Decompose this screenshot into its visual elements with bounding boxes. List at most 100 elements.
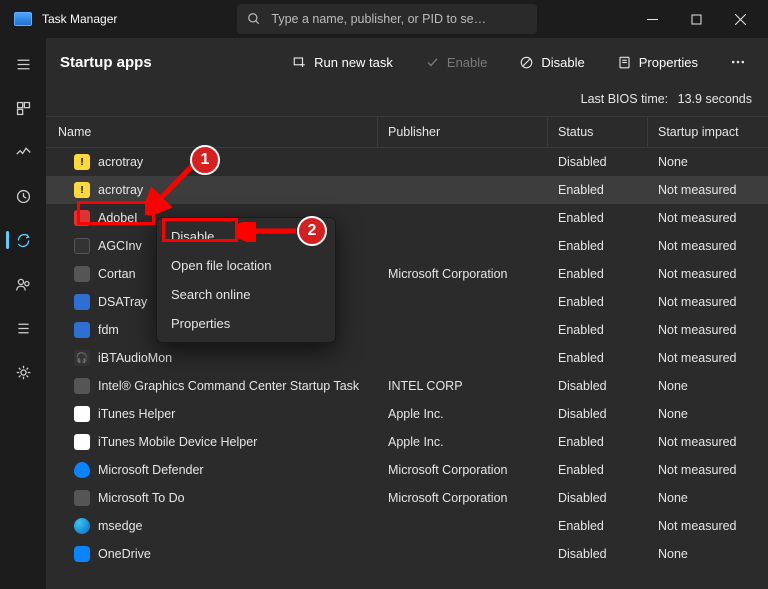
minimize-button[interactable] [630, 4, 674, 34]
page-title: Startup apps [60, 54, 152, 71]
cell-status: Disabled [548, 491, 648, 505]
table-row[interactable]: CortanMicrosoft CorporationEnabledNot me… [46, 260, 768, 288]
nav-services[interactable] [3, 352, 43, 392]
app-icon [74, 518, 90, 534]
ctx-properties[interactable]: Properties [161, 309, 331, 338]
cell-impact: Not measured [648, 351, 768, 365]
toolbar: Startup apps Run new task Enable Disable… [46, 38, 768, 86]
ctx-search-online[interactable]: Search online [161, 280, 331, 309]
table-row[interactable]: iTunes Helper Apple Inc.DisabledNone [46, 400, 768, 428]
app-icon: 🎧 [74, 350, 90, 366]
col-name[interactable]: Name [46, 117, 378, 147]
app-icon [74, 490, 90, 506]
nav-processes[interactable] [3, 88, 43, 128]
nav-startup-apps[interactable] [3, 220, 43, 260]
cell-publisher: Apple Inc. [378, 435, 548, 449]
app-name: acrotray [98, 155, 143, 169]
app-icon [74, 210, 90, 226]
column-headers: Name Publisher Status Startup impact [46, 116, 768, 148]
app-icon [74, 294, 90, 310]
cell-impact: Not measured [648, 463, 768, 477]
cell-impact: None [648, 547, 768, 561]
cell-status: Enabled [548, 211, 648, 225]
nav-details[interactable] [3, 308, 43, 348]
more-icon [730, 54, 746, 70]
cell-status: Enabled [548, 463, 648, 477]
maximize-button[interactable] [674, 4, 718, 34]
annotation-arrow-2 [238, 222, 303, 242]
app-icon [74, 462, 90, 478]
cell-impact: None [648, 379, 768, 393]
app-icon: ! [74, 182, 90, 198]
app-name: OneDrive [98, 547, 151, 561]
app-icon [74, 322, 90, 338]
annotation-badge-1: 1 [190, 145, 220, 175]
cell-publisher: INTEL CORP [378, 379, 548, 393]
table-row[interactable]: Microsoft DefenderMicrosoft CorporationE… [46, 456, 768, 484]
table-row[interactable]: DSATrayEnabledNot measured [46, 288, 768, 316]
nav-users[interactable] [3, 264, 43, 304]
cell-impact: Not measured [648, 295, 768, 309]
cell-status: Disabled [548, 407, 648, 421]
app-icon [74, 406, 90, 422]
app-icon [74, 378, 90, 394]
app-icon [74, 238, 90, 254]
cell-impact: Not measured [648, 183, 768, 197]
col-status[interactable]: Status [548, 117, 648, 147]
bios-value: 13.9 seconds [678, 92, 752, 106]
table-row[interactable]: OneDrive DisabledNone [46, 540, 768, 568]
cell-publisher: Microsoft Corporation [378, 491, 548, 505]
cell-publisher: Microsoft Corporation [378, 463, 548, 477]
bios-label: Last BIOS time: [581, 92, 669, 106]
cell-impact: None [648, 407, 768, 421]
table-row[interactable]: 🎧iBTAudioMonEnabledNot measured [46, 344, 768, 372]
run-new-task-button[interactable]: Run new task [284, 49, 401, 76]
bios-time: Last BIOS time: 13.9 seconds [46, 86, 768, 116]
cell-status: Disabled [548, 547, 648, 561]
ctx-open-file-location[interactable]: Open file location [161, 251, 331, 280]
table-row[interactable]: Microsoft To Do Microsoft CorporationDisa… [46, 484, 768, 512]
check-icon [425, 55, 440, 70]
sidebar [0, 38, 46, 589]
app-name: Microsoft To Do [98, 491, 185, 505]
cell-publisher: Apple Inc. [378, 407, 548, 421]
nav-app-history[interactable] [3, 176, 43, 216]
disable-button[interactable]: Disable [511, 49, 592, 76]
search-placeholder: Type a name, publisher, or PID to se… [271, 12, 486, 26]
app-name: AGCInv [98, 239, 142, 253]
app-name: Intel® Graphics Command Center Startup T… [98, 379, 359, 393]
search-input[interactable]: Type a name, publisher, or PID to se… [237, 4, 537, 34]
app-name: iBTAudioMon [98, 351, 172, 365]
cell-impact: Not measured [648, 211, 768, 225]
col-impact[interactable]: Startup impact [648, 117, 768, 147]
search-icon [247, 12, 261, 26]
table-row[interactable]: AGCInvEnabledNot measured [46, 232, 768, 260]
nav-performance[interactable] [3, 132, 43, 172]
run-task-icon [292, 55, 307, 70]
col-publisher[interactable]: Publisher [378, 117, 548, 147]
app-name: Cortan [98, 267, 136, 281]
cell-status: Enabled [548, 323, 648, 337]
close-button[interactable] [718, 4, 762, 34]
prohibit-icon [519, 55, 534, 70]
window-title: Task Manager [42, 12, 117, 26]
window-controls [630, 4, 762, 34]
table-row[interactable]: fdmEnabledNot measured [46, 316, 768, 344]
properties-button[interactable]: Properties [609, 49, 706, 76]
hamburger-button[interactable] [3, 44, 43, 84]
cell-impact: None [648, 155, 768, 169]
table-row[interactable]: msedgeEnabledNot measured [46, 512, 768, 540]
enable-button[interactable]: Enable [417, 49, 495, 76]
cell-publisher: Microsoft Corporation [378, 267, 548, 281]
cell-status: Enabled [548, 519, 648, 533]
app-icon [74, 266, 90, 282]
app-name: iTunes Mobile Device Helper [98, 435, 257, 449]
cell-status: Enabled [548, 183, 648, 197]
table-row[interactable]: Intel® Graphics Command Center Startup T… [46, 372, 768, 400]
more-button[interactable] [722, 48, 754, 76]
cell-impact: None [648, 491, 768, 505]
table-row[interactable]: iTunes Mobile Device Helper Apple Inc.Ena… [46, 428, 768, 456]
app-name: iTunes Helper [98, 407, 175, 421]
app-icon [14, 12, 32, 26]
cell-status: Enabled [548, 435, 648, 449]
